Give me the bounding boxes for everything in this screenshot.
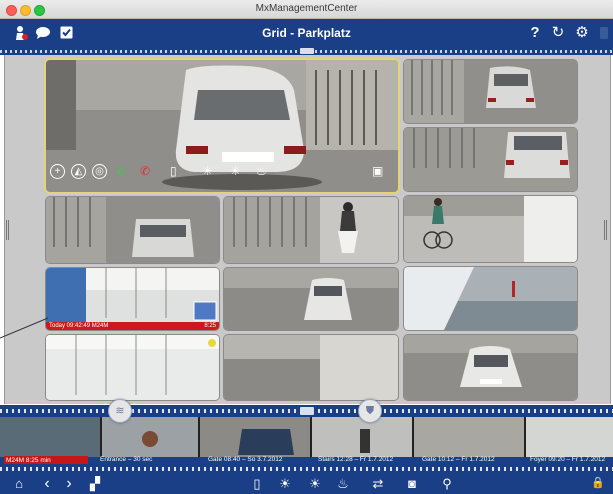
zoom-icon[interactable]: ◭ <box>71 164 86 179</box>
camera-image-car-gate <box>46 197 219 263</box>
panel-grip-icon[interactable] <box>600 27 608 39</box>
camera-tile-mid-1[interactable] <box>46 197 219 263</box>
camera-image-car-approach <box>224 268 398 330</box>
forward-icon[interactable]: › <box>62 473 76 494</box>
light-icon[interactable]: ☀ <box>276 473 294 494</box>
camera-tile-main[interactable]: + ◭ ◎ ✆ ✆ ▯ ☀ ☀ ♨ ▣ <box>46 60 398 192</box>
tile-duration-label: 8:25 min <box>192 322 219 330</box>
event-label-4[interactable]: Gate 10:12 – Fr 1.7.2012 <box>422 456 495 463</box>
door-icon[interactable]: ▯ <box>170 164 177 178</box>
camera-tile-focus[interactable]: Today 09:42:49 M24M 8:25 min <box>46 268 219 330</box>
camera-image-pedestrian-building <box>404 267 577 330</box>
reload-icon[interactable]: ↻ <box>550 19 566 47</box>
door-icon[interactable]: ▯ <box>250 473 264 494</box>
camera-tile-right-2[interactable] <box>404 128 577 191</box>
event-strip-bottom-border <box>0 464 613 473</box>
camera-tile-mid-3[interactable] <box>224 268 398 330</box>
tile-time-label: Today 09:42:49 M24M <box>46 322 192 330</box>
camera-image-car-corridor <box>224 335 398 400</box>
event-strip-top-border <box>0 405 613 417</box>
camera-tile-right-1[interactable] <box>404 60 577 123</box>
camera-tile-right-5[interactable] <box>404 335 577 400</box>
help-icon[interactable]: ? <box>528 19 542 47</box>
event-label-3[interactable]: Stairs 12:28 – Fr 1.7.2012 <box>318 456 393 463</box>
camera-image-office <box>46 335 219 400</box>
header-divider-strip <box>0 47 613 55</box>
light-dim-icon[interactable]: ☀ <box>230 164 241 178</box>
camera-image-lobby <box>46 268 219 330</box>
camera-tile-mid-5[interactable] <box>224 335 398 400</box>
left-panel-grip[interactable] <box>6 220 10 240</box>
back-icon[interactable]: ‹ <box>40 473 54 494</box>
home-icon[interactable]: ⌂ <box>10 473 28 494</box>
page-title: Grid - Parkplatz <box>262 26 351 40</box>
phone-hangup-icon[interactable]: ✆ <box>140 164 150 178</box>
layout-icon[interactable]: ▞ <box>86 473 104 494</box>
header-drag-handle[interactable] <box>300 48 314 54</box>
event-filter-right-icon[interactable]: ⛊ <box>358 399 382 423</box>
snapshot-icon[interactable]: ◙ <box>402 473 422 494</box>
light-icon[interactable]: ☀ <box>202 164 213 178</box>
link-icon[interactable]: ⚲ <box>438 473 456 494</box>
event-label-5[interactable]: Foyer 09:20 – Fr 1.7.2012 <box>530 456 605 463</box>
phone-accept-icon[interactable]: ✆ <box>116 164 126 178</box>
camera-image-cyclist <box>404 196 577 262</box>
record-icon[interactable]: ▣ <box>372 164 383 178</box>
event-label-2[interactable]: Gate 08:40 – So 3.7.2012 <box>208 456 282 463</box>
camera-tile-mid-2[interactable] <box>224 197 398 263</box>
right-panel-grip[interactable] <box>604 220 608 240</box>
camera-image-car-front <box>404 335 577 400</box>
event-strip-drag-handle[interactable] <box>300 407 314 415</box>
thermometer-icon[interactable]: ♨ <box>256 164 267 178</box>
callout-line <box>0 317 49 339</box>
window-title: MxManagementCenter <box>255 3 358 14</box>
app-header: Grid - Parkplatz ? ↻ ⚙ <box>0 19 613 47</box>
thermometer-icon[interactable]: ♨ <box>336 473 350 494</box>
event-filter-left-icon[interactable]: ≋ <box>108 399 132 423</box>
add-icon[interactable]: + <box>50 164 65 179</box>
camera-image-parking-rear <box>404 60 577 123</box>
light-dim-icon[interactable]: ☀ <box>306 473 324 494</box>
camera-image-scooter <box>224 197 398 263</box>
camera-tile-right-3[interactable] <box>404 196 577 262</box>
bottom-toolbar: ⌂ ‹ › ▞ ▯ ☀ ☀ ♨ ⇄ ◙ ⚲ 🔒 <box>0 473 613 494</box>
window-titlebar: MxManagementCenter <box>0 0 613 19</box>
camera-tile-mid-4[interactable] <box>46 335 219 400</box>
camera-image-car-fence <box>404 128 577 191</box>
event-label-1[interactable]: Entrance – 30 sec <box>100 456 152 463</box>
settings-gear-icon[interactable]: ⚙ <box>574 19 590 47</box>
switch-icon[interactable]: ⇄ <box>368 473 388 494</box>
camera-tile-right-4[interactable] <box>404 267 577 330</box>
lock-icon[interactable]: 🔒 <box>590 473 606 494</box>
ring-icon[interactable]: ◎ <box>92 164 107 179</box>
